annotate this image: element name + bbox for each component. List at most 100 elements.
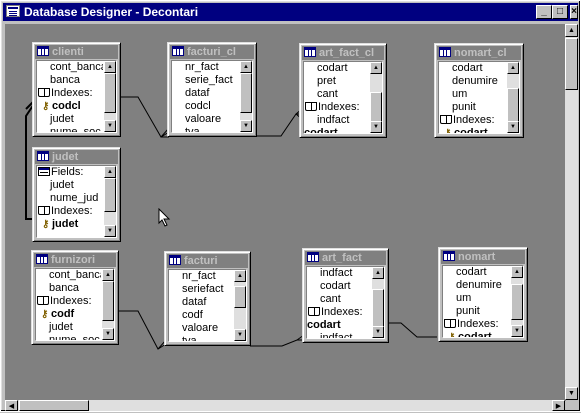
field-item[interactable]: dataf	[172, 87, 239, 100]
field-list-scrollbar[interactable]: ▲ ▼	[104, 166, 116, 237]
scroll-up-arrow-icon[interactable]: ▲	[507, 62, 519, 74]
scroll-thumb[interactable]	[511, 284, 523, 320]
indexes-section-header[interactable]: Indexes:	[37, 205, 103, 218]
indexes-section-header[interactable]: Indexes:	[307, 306, 371, 319]
field-item[interactable]: indfact	[307, 332, 371, 338]
scroll-up-arrow-icon[interactable]: ▲	[234, 270, 246, 282]
scroll-down-arrow-icon[interactable]: ▼	[511, 325, 523, 337]
field-list[interactable]: codartdenumireumpunitIndexes:⚷codart▲▼	[442, 265, 524, 338]
table-title-bar[interactable]: judet	[35, 150, 118, 164]
field-item[interactable]: punit	[439, 101, 506, 114]
vertical-scrollbar[interactable]: ▲ ▼	[565, 24, 578, 400]
field-list-scrollbar[interactable]: ▲ ▼	[102, 269, 114, 340]
field-item[interactable]: um	[443, 292, 510, 305]
index-item[interactable]: codart	[307, 319, 371, 332]
field-item[interactable]: denumire	[443, 279, 510, 292]
scroll-thumb[interactable]	[372, 289, 384, 329]
field-item[interactable]: seriefact	[169, 283, 233, 296]
table-title-bar[interactable]: nomart_cl	[437, 46, 521, 60]
field-item[interactable]: cont_banca	[36, 269, 101, 282]
scroll-thumb[interactable]	[102, 281, 114, 321]
scroll-up-arrow-icon[interactable]: ▲	[370, 62, 382, 74]
scroll-up-arrow-icon[interactable]: ▲	[240, 61, 252, 73]
field-list-scrollbar[interactable]: ▲ ▼	[511, 266, 523, 337]
field-item[interactable]: banca	[36, 282, 101, 295]
table-title-bar[interactable]: nomart	[441, 250, 525, 264]
field-item[interactable]: nume_soc	[36, 334, 101, 340]
table-window-facturi[interactable]: facturi nr_fact seriefact dataf codf valoare t…	[164, 251, 251, 346]
scroll-thumb[interactable]	[240, 73, 252, 113]
field-item[interactable]: codart	[443, 266, 510, 279]
field-list[interactable]: nr_fact seriefact dataf codf valoare tva ▲ ▼	[168, 269, 247, 342]
table-window-art-fact-cl[interactable]: art_fact_cl codart pret cant Indexes: indfact…	[299, 43, 387, 138]
scroll-thumb[interactable]	[104, 73, 116, 113]
scroll-down-arrow-icon[interactable]: ▼	[104, 120, 116, 132]
field-item[interactable]: codart	[304, 62, 369, 75]
scroll-down-arrow-icon[interactable]: ▼	[372, 326, 384, 338]
vertical-scroll-thumb[interactable]	[565, 38, 578, 90]
field-list-scrollbar[interactable]: ▲ ▼	[104, 61, 116, 132]
field-list-scrollbar[interactable]: ▲ ▼	[370, 62, 382, 133]
scroll-down-arrow-icon[interactable]: ▼	[104, 225, 116, 237]
field-item[interactable]: nume_soc	[37, 126, 103, 132]
field-list[interactable]: codartdenumireumpunitIndexes:⚷codart▲▼	[438, 61, 520, 134]
scroll-right-arrow-icon[interactable]: ▶	[552, 400, 565, 411]
table-title-bar[interactable]: furnizori	[34, 253, 116, 267]
scroll-up-arrow-icon[interactable]: ▲	[565, 24, 578, 37]
table-title-bar[interactable]: art_fact_cl	[302, 46, 384, 60]
field-list-scrollbar[interactable]: ▲ ▼	[234, 270, 246, 341]
field-item[interactable]: nume_jud	[37, 192, 103, 205]
field-item[interactable]: serie_fact	[172, 74, 239, 87]
scroll-left-arrow-icon[interactable]: ◀	[5, 400, 18, 411]
field-item[interactable]: banca	[37, 74, 103, 87]
horizontal-scroll-thumb[interactable]	[19, 400, 89, 411]
table-window-judet[interactable]: judet Fields: judet nume_jud Indexes: ⚷ judet ▲…	[32, 147, 121, 242]
field-item[interactable]: tva	[172, 126, 239, 132]
primary-key-index[interactable]: ⚷ codf	[36, 308, 101, 321]
field-item[interactable]: pret	[304, 75, 369, 88]
field-item[interactable]: um	[439, 88, 506, 101]
field-list[interactable]: cont_banca banca Indexes: ⚷ codcl judet nume_s…	[36, 60, 117, 133]
field-list[interactable]: Fields: judet nume_jud Indexes: ⚷ judet ▲ ▼	[36, 165, 117, 238]
field-list[interactable]: indfact codart cant Indexes: codart indfact ▲ ▼	[306, 266, 385, 339]
table-window-art-fact[interactable]: art_fact indfact codart cant Indexes: codart i…	[302, 248, 389, 343]
field-item[interactable]: cant	[304, 88, 369, 101]
table-window-nomart[interactable]: nomartcodartdenumireumpunitIndexes:⚷coda…	[438, 247, 528, 342]
horizontal-scrollbar[interactable]: ◀ ▶	[5, 400, 565, 411]
field-item[interactable]: codart	[439, 62, 506, 75]
indexes-section-header[interactable]: Indexes:	[304, 101, 369, 114]
table-title-bar[interactable]: facturi_cl	[170, 45, 254, 59]
indexes-section-header[interactable]: Indexes:	[439, 114, 506, 127]
table-window-nomart-cl[interactable]: nomart_clcodartdenumireumpunitIndexes:⚷c…	[434, 43, 524, 138]
index-item[interactable]: codart	[304, 127, 369, 133]
scroll-up-arrow-icon[interactable]: ▲	[104, 166, 116, 178]
scroll-down-arrow-icon[interactable]: ▼	[370, 121, 382, 133]
field-item[interactable]: cant	[307, 293, 371, 306]
field-list[interactable]: nr_fact serie_fact dataf codcl valoare tva ▲ ▼	[171, 60, 253, 133]
primary-key-index[interactable]: ⚷codart	[443, 331, 510, 337]
primary-key-index[interactable]: ⚷ judet	[37, 218, 103, 231]
field-item[interactable]: punit	[443, 305, 510, 318]
indexes-section-header[interactable]: Indexes:	[443, 318, 510, 331]
table-window-facturi-cl[interactable]: facturi_cl nr_fact serie_fact dataf codcl val…	[167, 42, 257, 137]
scroll-up-arrow-icon[interactable]: ▲	[372, 267, 384, 279]
table-window-clienti[interactable]: clienti cont_banca banca Indexes: ⚷ codcl jude…	[32, 42, 121, 137]
field-item[interactable]: judet	[37, 179, 103, 192]
field-item[interactable]: denumire	[439, 75, 506, 88]
field-item[interactable]: codart	[307, 280, 371, 293]
field-list-scrollbar[interactable]: ▲ ▼	[240, 61, 252, 132]
scroll-down-arrow-icon[interactable]: ▼	[507, 121, 519, 133]
scroll-thumb[interactable]	[234, 286, 246, 308]
field-list[interactable]: cont_banca banca Indexes: ⚷ codf judet nume_so…	[35, 268, 115, 341]
indexes-section-header[interactable]: Indexes:	[36, 295, 101, 308]
field-list-scrollbar[interactable]: ▲ ▼	[372, 267, 384, 338]
field-item[interactable]: codcl	[172, 100, 239, 113]
field-item[interactable]: indfact	[304, 114, 369, 127]
field-list-scrollbar[interactable]: ▲ ▼	[507, 62, 519, 133]
scroll-down-arrow-icon[interactable]: ▼	[240, 120, 252, 132]
table-title-bar[interactable]: facturi	[167, 254, 248, 268]
table-title-bar[interactable]: clienti	[35, 45, 118, 59]
scroll-thumb[interactable]	[104, 178, 116, 212]
scroll-thumb[interactable]	[507, 88, 519, 122]
table-title-bar[interactable]: art_fact	[305, 251, 386, 265]
